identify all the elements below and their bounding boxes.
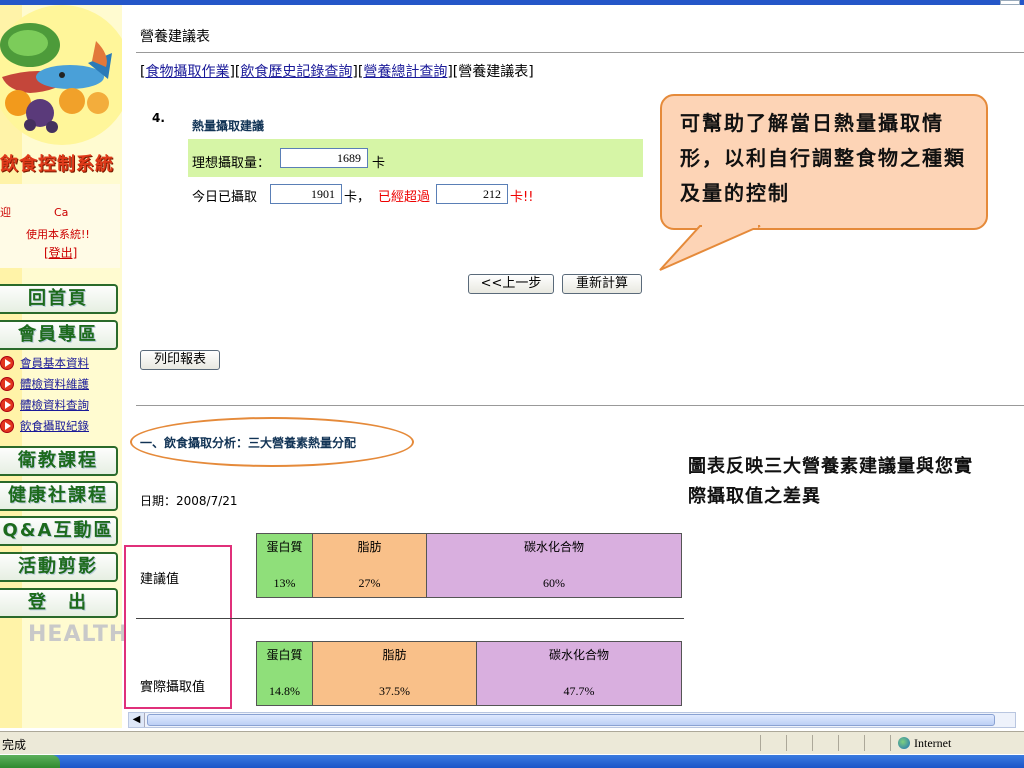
status-divider [890,735,891,751]
ideal-intake-field[interactable]: 1689 [280,148,368,168]
sub-item-exam-query[interactable]: 體檢資料查詢 [0,397,89,413]
ideal-unit: 卡 [372,156,386,171]
suggested-protein-segment: 蛋白質 13% [257,534,313,597]
nav-member-area-button[interactable]: 會員專區 [0,320,118,350]
analysis-date: 日期：2008/7/21 [140,494,238,508]
today-intake-field[interactable]: 1901 [270,184,342,204]
nav-logout-button[interactable]: 登 出 [0,588,118,618]
today-unit: 卡， [344,190,371,205]
breadcrumb-food-intake[interactable]: 食物攝取作業 [145,64,229,80]
nav-home-button[interactable]: 回首頁 [0,284,118,314]
scroll-left-icon[interactable]: ◀ [129,713,145,727]
exceeded-label: 已經超過 [378,190,431,205]
sub-item-member-info[interactable]: 會員基本資料 [0,355,89,371]
status-divider [838,735,839,751]
segment-name: 蛋白質 [266,540,303,554]
callout-text: 可幫助了解當日熱量攝取情形，以利自行調整食物之種類及量的控制 [680,111,966,205]
suggested-fat-segment: 脂肪 27% [313,534,427,597]
play-bullet-icon [0,356,14,370]
taskbar [0,755,1024,768]
nav-qa-button[interactable]: Q&A互動區 [0,516,118,546]
actual-carb-segment: 碳水化合物 47.7% [477,642,681,705]
today-intake-label: 今日已攝取 [192,190,258,205]
status-divider [760,735,761,751]
welcome-text: 迎 [0,206,11,219]
status-text: 完成 [2,738,27,752]
suggested-bar: 蛋白質 13% 脂肪 27% 碳水化合物 60% [256,533,682,598]
user-box: 迎 Ca 使用本系統!! [登出] [0,184,120,268]
prev-step-button[interactable]: <<上一步 [468,274,554,294]
breadcrumb-diet-history[interactable]: 飲食歷史記錄查詢 [240,64,352,80]
segment-name: 脂肪 [357,540,382,554]
segment-name: 碳水化合物 [548,648,609,662]
sub-item-label: 飲食攝取紀錄 [20,419,89,433]
sub-item-diet-record[interactable]: 飲食攝取紀錄 [0,418,89,434]
print-report-button[interactable]: 列印報表 [140,350,220,370]
row-separator [136,618,684,619]
window-close-icon[interactable] [1000,0,1020,5]
using-system-text: 使用本系統!! [26,228,90,241]
segment-value: 37.5% [379,684,410,698]
play-bullet-icon [0,398,14,412]
analysis-note: 圖表反映三大營養素建議量與您實際攝取值之差異 [688,456,973,507]
status-divider [812,735,813,751]
play-bullet-icon [0,419,14,433]
globe-icon [898,737,910,749]
nav-activity-photos-button[interactable]: 活動剪影 [0,552,118,582]
segment-value: 60% [543,576,565,590]
system-title: 飲食控制系統 [0,154,114,175]
horizontal-scrollbar[interactable]: ◀ [128,712,1016,728]
start-button[interactable] [0,755,60,768]
zone-label: Internet [914,736,952,750]
calorie-heading: 熱量攝取建議 [192,119,265,133]
user-name: Ca [54,206,69,219]
ideal-intake-label: 理想攝取量： [192,156,271,171]
exceeded-unit: 卡!! [510,190,534,205]
nav-club-course-button[interactable]: 健康社課程 [0,481,118,511]
segment-name: 碳水化合物 [523,540,584,554]
exceeded-field[interactable]: 212 [436,184,508,204]
suggested-row-label: 建議值 [140,572,180,587]
section-number: 4. [152,111,165,125]
actual-row-label: 實際攝取值 [140,680,206,695]
browser-window: 飲食控制系統 迎 Ca 使用本系統!! [登出] 回首頁 會員專區 會員基本資料… [0,0,1024,768]
status-divider [864,735,865,751]
actual-protein-segment: 蛋白質 14.8% [257,642,313,705]
play-bullet-icon [0,377,14,391]
segment-value: 27% [358,576,381,590]
segment-value: 47.7% [563,684,595,698]
window-top-edge [0,0,1024,5]
scrollbar-thumb[interactable] [147,714,995,726]
actual-fat-segment: 脂肪 37.5% [313,642,477,705]
segment-value: 13% [273,576,296,590]
health-watermark: HEALTH [28,622,129,647]
vegetable-logo-icon [0,5,122,145]
sub-item-label: 體檢資料維護 [20,377,89,391]
segment-name: 脂肪 [382,648,407,662]
segment-name: 蛋白質 [266,648,303,662]
breadcrumb-nutrition-total[interactable]: 營養總計查詢 [363,64,447,80]
page-title: 營養建議表 [140,29,210,45]
security-zone: Internet [898,736,951,751]
status-bar: 完成 Internet [0,731,1024,754]
recalculate-button[interactable]: 重新計算 [562,274,642,294]
highlight-oval [130,417,414,467]
breadcrumb-current: 營養建議表 [458,64,529,80]
nav-health-course-button[interactable]: 衛教課程 [0,446,118,476]
segment-value: 14.8% [269,684,300,698]
divider [136,405,1024,406]
status-divider [786,735,787,751]
actual-bar: 蛋白質 14.8% 脂肪 37.5% 碳水化合物 47.7% [256,641,682,706]
suggested-carb-segment: 碳水化合物 60% [427,534,681,597]
sub-item-exam-maintenance[interactable]: 體檢資料維護 [0,376,89,392]
logout-link[interactable]: [登出] [44,244,77,261]
divider [136,52,1024,53]
sub-item-label: 體檢資料查詢 [20,398,89,412]
breadcrumb: [食物攝取作業][飲食歷史記錄查詢][營養總計查詢][營養建議表] [140,64,534,80]
sub-item-label: 會員基本資料 [20,356,89,370]
